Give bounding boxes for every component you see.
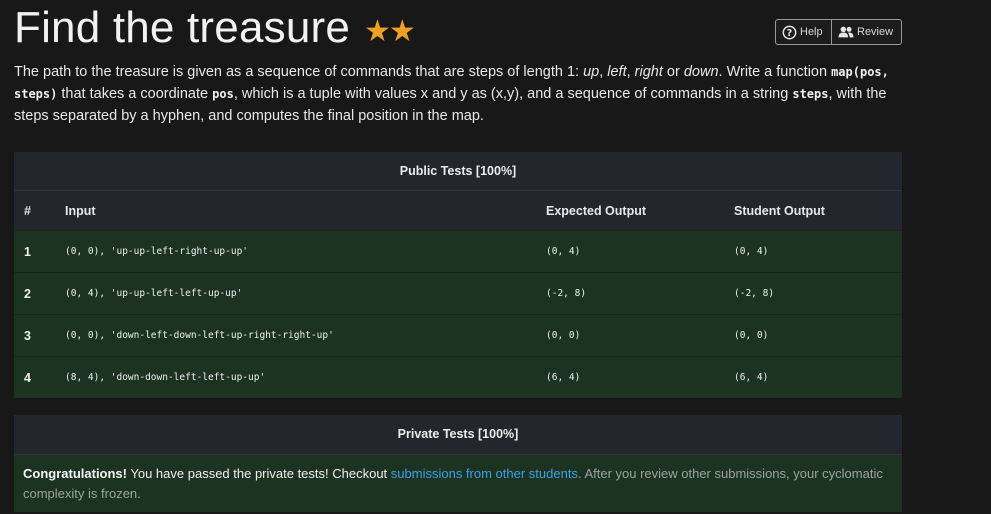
table-row: 4 (8, 4), 'down-down-left-left-up-up' (6… xyxy=(14,356,902,398)
page-title: Find the treasure xyxy=(14,3,351,52)
header-button-group: ? Help Review xyxy=(775,19,902,45)
title-row: Find the treasure ★★ xyxy=(14,2,416,54)
difficulty-stars: ★★ xyxy=(364,14,416,48)
row-number: 1 xyxy=(14,230,65,273)
row-input: (0, 4), 'up-up-left-left-up-up' xyxy=(65,272,546,315)
desc-text: , xyxy=(626,64,635,80)
code-pos: pos xyxy=(212,87,234,101)
private-tests-title: Private Tests [100%] xyxy=(14,415,902,455)
svg-text:?: ? xyxy=(787,27,792,38)
help-label: Help xyxy=(800,26,823,38)
question-circle-icon: ? xyxy=(782,25,797,39)
public-tests-title: Public Tests [100%] xyxy=(14,152,902,191)
col-expected-output: Expected Output xyxy=(546,191,734,231)
review-button[interactable]: Review xyxy=(832,19,902,45)
word-up: up xyxy=(583,64,600,80)
row-input: (0, 0), 'down-left-down-left-up-right-ri… xyxy=(65,314,546,357)
desc-text: or xyxy=(662,64,684,80)
row-expected: (0, 0) xyxy=(546,314,734,357)
row-expected: (0, 4) xyxy=(546,230,734,273)
col-student-output: Student Output xyxy=(734,191,902,231)
public-tests-table: # Input Expected Output Student Output 1… xyxy=(14,191,902,398)
other-submissions-link[interactable]: submissions from other students xyxy=(391,466,578,481)
table-row: 3 (0, 0), 'down-left-down-left-up-right-… xyxy=(14,314,902,357)
private-tests-panel: Private Tests [100%] Congratulations! Yo… xyxy=(14,415,902,512)
public-tests-panel: Public Tests [100%] # Input Expected Out… xyxy=(14,152,902,398)
desc-text: The path to the treasure is given as a s… xyxy=(14,64,584,80)
word-left: left xyxy=(607,64,627,80)
row-student: (0, 0) xyxy=(734,314,902,357)
row-expected: (6, 4) xyxy=(546,356,734,398)
table-row: 1 (0, 0), 'up-up-left-right-up-up' (0, 4… xyxy=(14,230,902,273)
review-label: Review xyxy=(857,26,894,38)
desc-text: . Write a function xyxy=(718,64,832,80)
row-number: 3 xyxy=(14,314,65,357)
table-row: 2 (0, 4), 'up-up-left-left-up-up' (-2, 8… xyxy=(14,272,902,315)
row-number: 2 xyxy=(14,272,65,315)
col-number: # xyxy=(14,191,65,231)
row-number: 4 xyxy=(14,356,65,398)
word-right: right xyxy=(634,64,663,80)
congrats-text: Congratulations! xyxy=(23,466,127,481)
help-button[interactable]: ? Help xyxy=(775,19,832,45)
row-input: (8, 4), 'down-down-left-left-up-up' xyxy=(65,356,546,398)
row-input: (0, 0), 'up-up-left-right-up-up' xyxy=(65,230,546,273)
code-steps: steps xyxy=(792,87,829,101)
row-student: (0, 4) xyxy=(734,230,902,273)
word-down: down xyxy=(683,64,719,80)
desc-text: that takes a coordinate xyxy=(57,86,213,102)
row-student: (6, 4) xyxy=(734,356,902,398)
row-student: (-2, 8) xyxy=(734,272,902,315)
row-expected: (-2, 8) xyxy=(546,272,734,315)
col-input: Input xyxy=(65,191,546,231)
users-icon xyxy=(838,26,854,38)
table-header-row: # Input Expected Output Student Output xyxy=(14,191,902,231)
desc-text: , which is a tuple with values x and y a… xyxy=(233,86,793,102)
message-text: You have passed the private tests! Check… xyxy=(127,466,391,481)
task-description: The path to the treasure is given as a s… xyxy=(14,61,894,127)
private-tests-message: Congratulations! You have passed the pri… xyxy=(14,455,902,512)
